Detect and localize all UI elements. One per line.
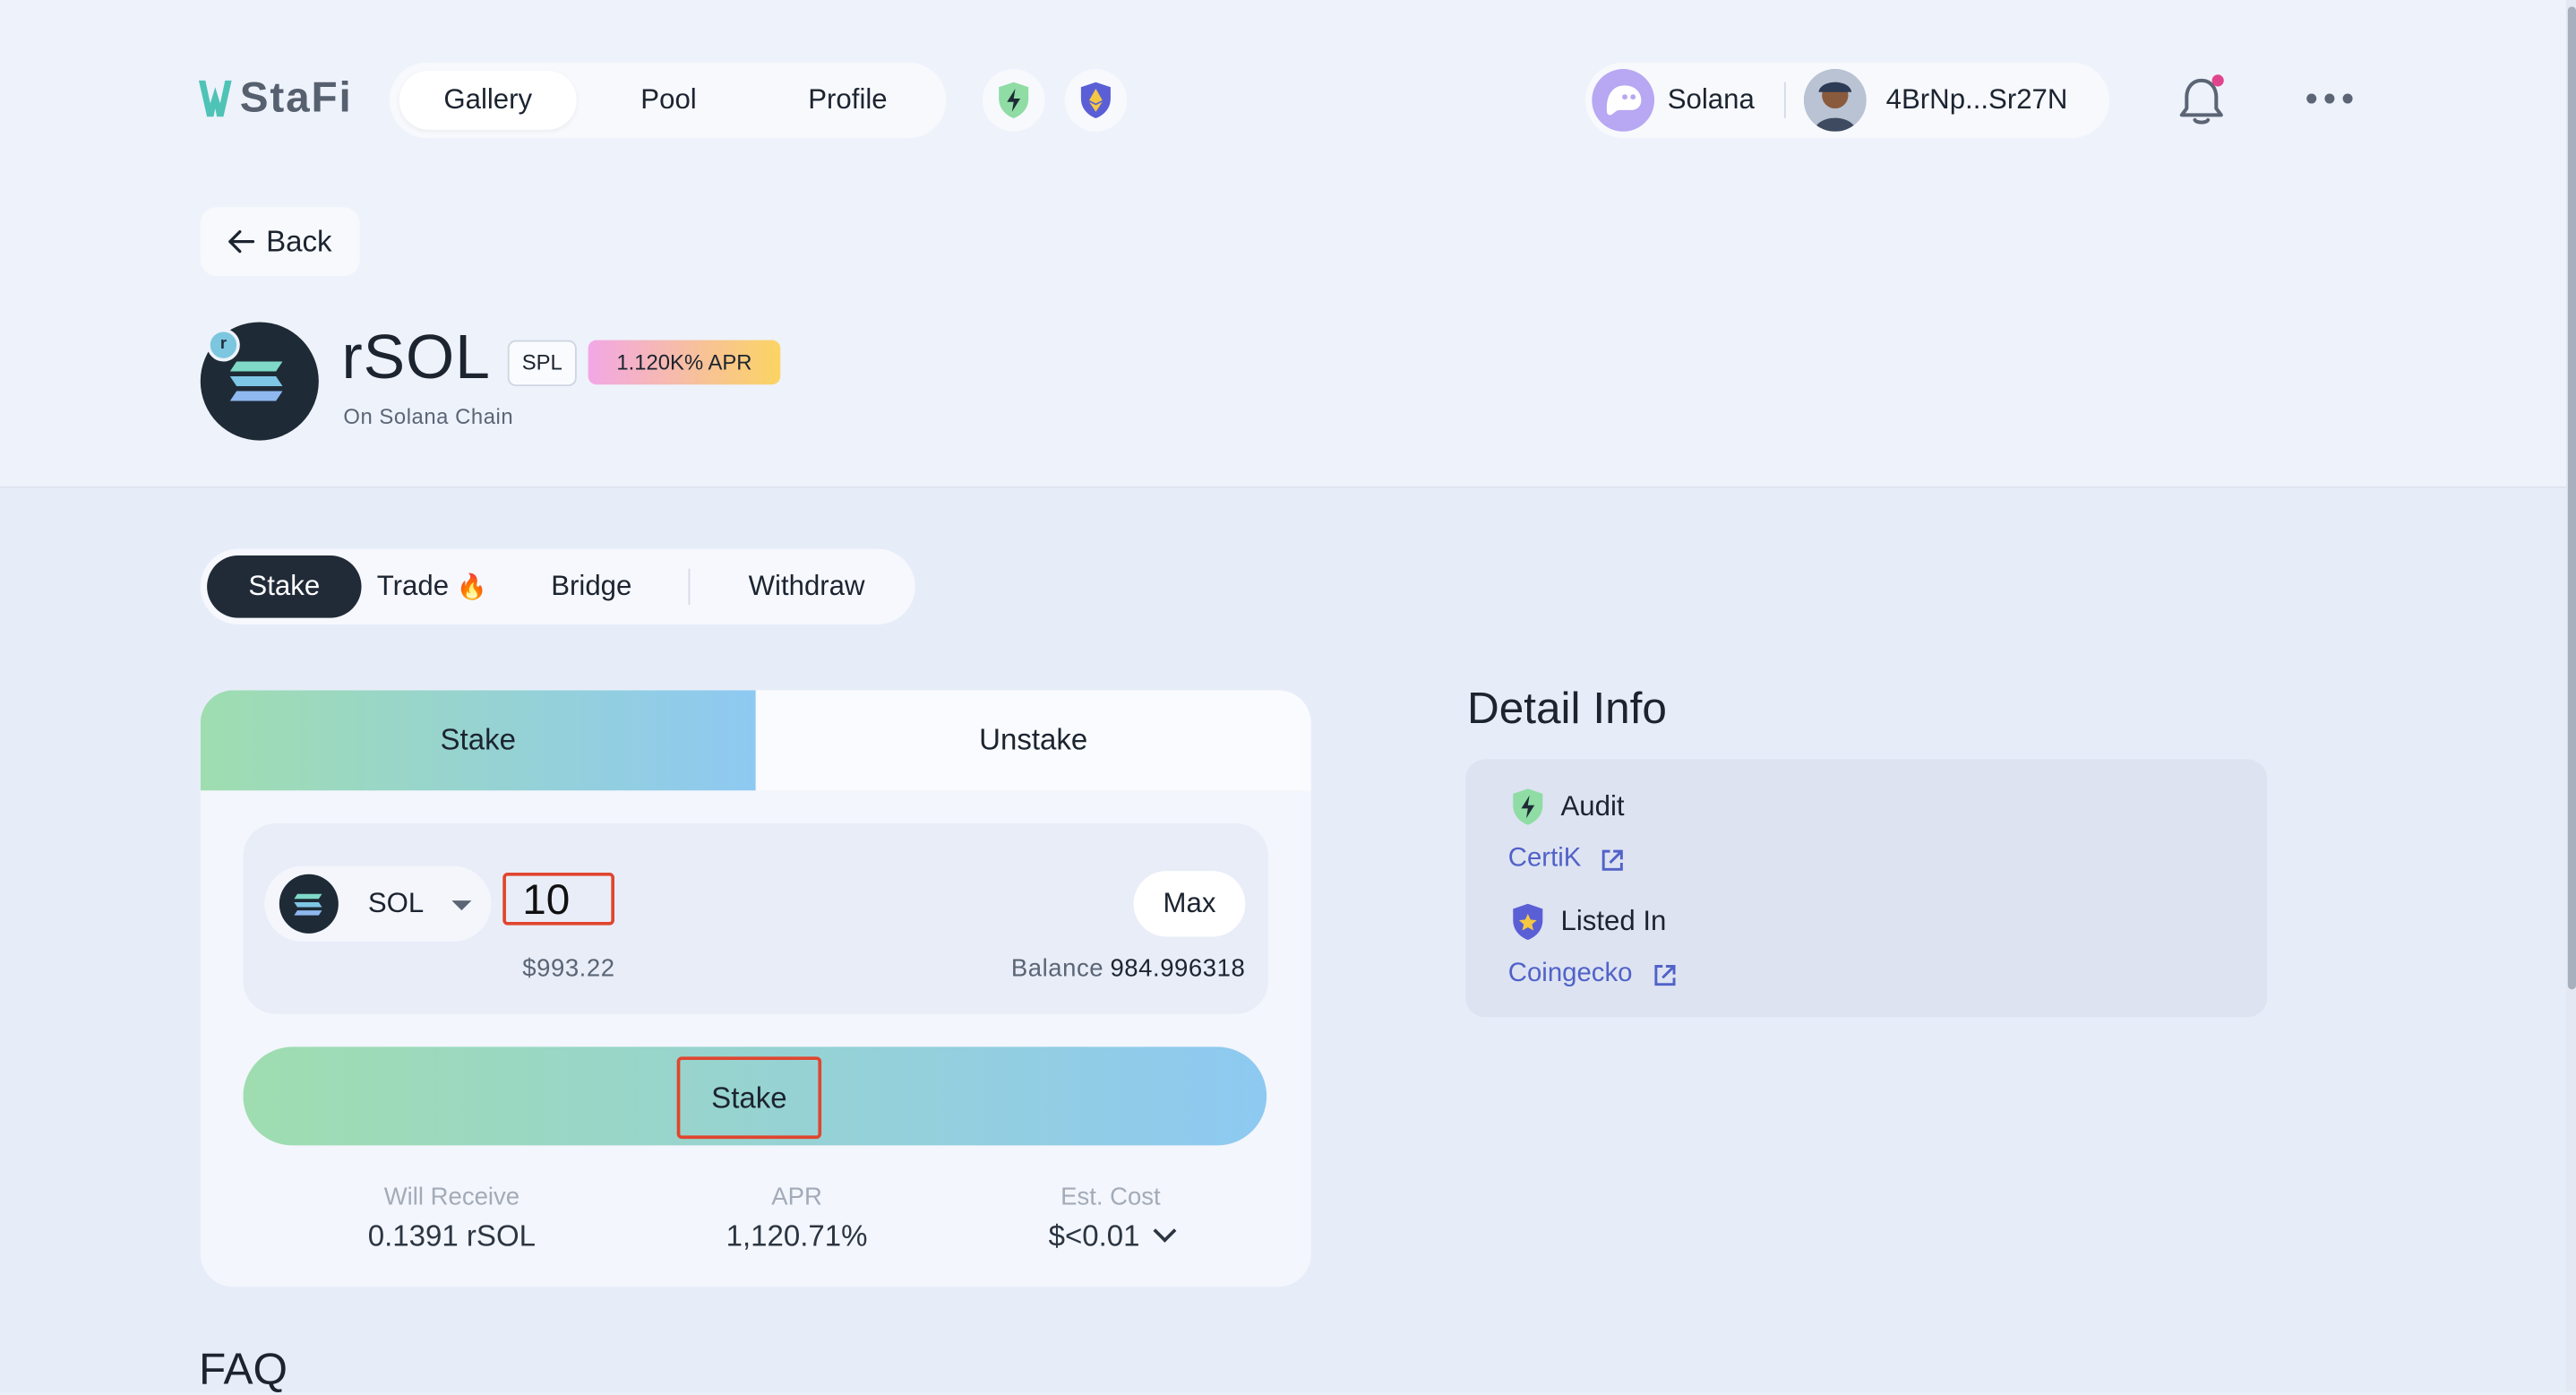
arrow-left-icon — [228, 229, 255, 254]
stat-will-receive: Will Receive 0.1391 rSOL — [312, 1184, 591, 1254]
wallet-address[interactable]: 4BrNp...Sr27N — [1886, 63, 2068, 138]
usd-value: $993.22 — [522, 954, 615, 983]
balance-value: 984.996318 — [1110, 954, 1246, 983]
chain-note: On Solana Chain — [343, 404, 514, 429]
audit-badge-button[interactable] — [982, 69, 1045, 132]
detail-info-title: Detail Info — [1466, 684, 1667, 734]
apr-badge: 1.120K% APR — [588, 340, 781, 385]
nav-pool[interactable]: Pool — [580, 71, 757, 130]
coingecko-link-label: Coingecko — [1507, 960, 1633, 988]
listed-row: Listed In — [1510, 902, 1667, 942]
stake-button-label: Stake — [676, 1056, 822, 1140]
external-link-icon — [1653, 964, 1675, 986]
tab-trade-label: Trade — [376, 570, 450, 602]
balance: Balance 984.996318 — [1011, 955, 1245, 983]
tab-separator — [688, 568, 691, 605]
audit-row: Audit — [1510, 788, 1625, 827]
faq-heading: FAQ — [198, 1344, 288, 1394]
audit-label: Audit — [1560, 790, 1625, 822]
stafi-logo[interactable]: StaFi — [197, 73, 352, 124]
est-cost-value: $<0.01 — [1048, 1218, 1140, 1253]
will-receive-value: 0.1391 rSOL — [367, 1218, 537, 1253]
apr-value: 1,120.71% — [726, 1218, 868, 1253]
tab-stake[interactable]: Stake — [207, 555, 362, 618]
scrollbar-thumb[interactable] — [2567, 6, 2576, 990]
shield-bolt-icon — [999, 82, 1029, 119]
amount-input-box: SOL Max $993.22 Balance984.996318 — [243, 822, 1269, 1014]
external-link-icon — [1602, 848, 1624, 870]
nav-profile[interactable]: Profile — [758, 71, 939, 130]
tab-trade[interactable]: Trade 🔥 — [365, 555, 499, 618]
back-label: Back — [266, 224, 332, 258]
main-nav: Gallery Pool Profile — [389, 62, 947, 139]
rtoken-mark: r — [207, 328, 240, 362]
est-cost-row: $<0.01 — [971, 1218, 1250, 1254]
chevron-down-icon[interactable] — [1153, 1218, 1177, 1243]
balance-label: Balance — [1010, 954, 1104, 983]
sol-token-icon — [279, 874, 339, 934]
coingecko-link[interactable]: Coingecko — [1508, 960, 1677, 989]
apr-label: APR — [771, 1183, 822, 1211]
certik-link-label: CertiK — [1507, 844, 1582, 873]
token-select[interactable]: SOL — [264, 865, 492, 942]
shield-bolt-icon — [1513, 788, 1543, 825]
tab-bridge[interactable]: Bridge — [512, 555, 670, 618]
back-button[interactable]: Back — [200, 207, 360, 277]
token-standard-badge: SPL — [507, 340, 577, 387]
will-receive-label: Will Receive — [383, 1183, 520, 1211]
notification-bell-icon[interactable] — [2175, 73, 2228, 128]
nav-gallery[interactable]: Gallery — [399, 70, 577, 130]
shield-star-icon — [1513, 903, 1543, 941]
token-symbol: SOL — [367, 887, 425, 919]
shield-ethereum-icon — [1080, 82, 1111, 119]
stake-card: Stake Unstake SOL Max $993.22 Balance984… — [200, 690, 1311, 1287]
certik-link[interactable]: CertiK — [1508, 845, 1626, 874]
chain-label[interactable]: Solana — [1668, 63, 1755, 138]
detail-info-box: Audit CertiK Listed In Coingecko — [1465, 759, 2268, 1018]
stake-button[interactable]: Stake — [243, 1046, 1267, 1146]
stat-apr: APR 1,120.71% — [657, 1184, 937, 1254]
wallet-pill: Solana 4BrNp...Sr27N — [1585, 62, 2110, 139]
page: StaFi Gallery Pool Profile Solana 4BrNp.… — [0, 0, 2576, 1394]
phantom-icon[interactable] — [1592, 69, 1655, 132]
amount-input[interactable] — [502, 872, 614, 926]
stat-est-cost[interactable]: Est. Cost $<0.01 — [971, 1184, 1250, 1254]
action-tabs: Stake Trade 🔥 Bridge Withdraw — [200, 548, 915, 624]
caret-down-icon — [451, 900, 472, 911]
card-tab-stake[interactable]: Stake — [200, 690, 756, 791]
logo-text: StaFi — [239, 72, 353, 122]
ethereum-badge-button[interactable] — [1064, 69, 1128, 132]
est-cost-label: Est. Cost — [1060, 1183, 1161, 1211]
token-name: rSOL — [341, 323, 491, 393]
wallet-separator — [1783, 82, 1786, 119]
listed-label: Listed In — [1560, 905, 1667, 937]
stafi-logo-icon — [198, 79, 232, 116]
max-button[interactable]: Max — [1133, 871, 1246, 937]
avatar[interactable] — [1803, 69, 1867, 132]
flame-icon: 🔥 — [456, 573, 488, 602]
card-tab-unstake[interactable]: Unstake — [755, 690, 1311, 791]
tab-withdraw[interactable]: Withdraw — [703, 555, 910, 618]
more-menu-icon[interactable] — [2306, 85, 2353, 111]
